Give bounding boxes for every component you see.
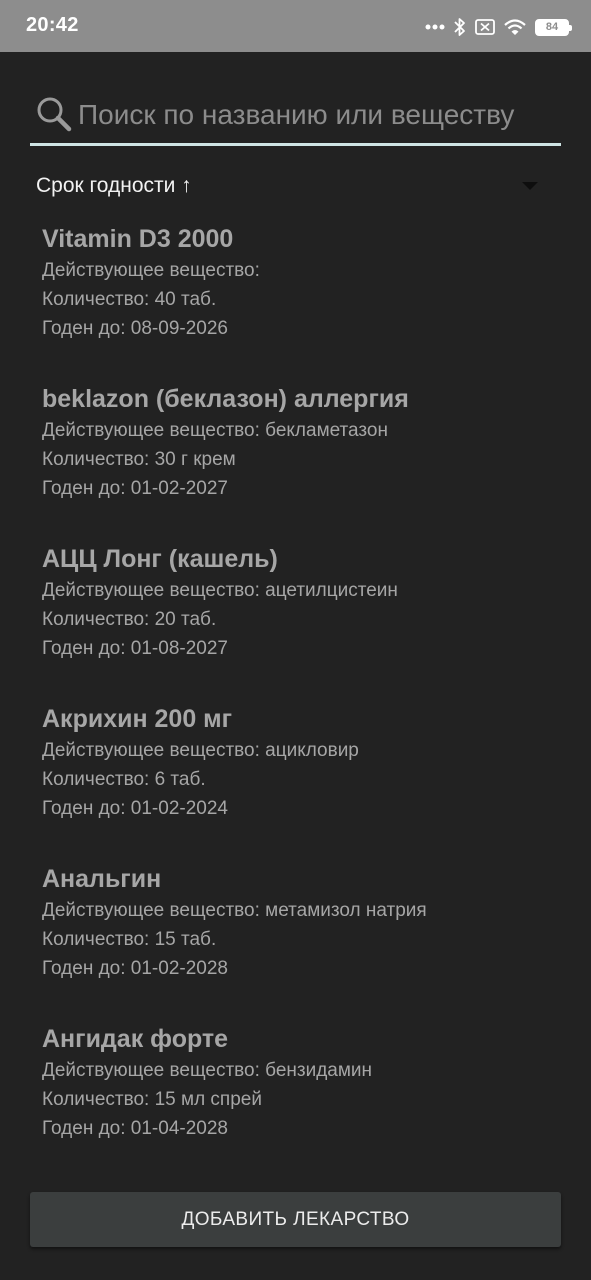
- battery-level: 84: [537, 20, 567, 34]
- sort-label: Срок годности ↑: [36, 174, 192, 197]
- sort-dropdown[interactable]: Срок годности ↑: [36, 170, 546, 206]
- medicine-expiry: Годен до: 01-02-2028: [42, 958, 228, 979]
- wifi-icon: [504, 18, 526, 36]
- medicine-quantity: Количество: 20 таб.: [42, 609, 217, 630]
- list-item[interactable]: АЦЦ Лонг (кашель) Действующее вещество: …: [42, 542, 562, 702]
- more-dots-icon: [425, 24, 445, 30]
- battery-icon: 84: [535, 18, 572, 36]
- search-icon: [36, 96, 72, 132]
- search-input[interactable]: [78, 90, 558, 140]
- sim-off-icon: [475, 19, 495, 35]
- medicine-name: АЦЦ Лонг (кашель): [42, 545, 278, 573]
- medicine-substance: Действующее вещество: ацетилцистеин: [42, 580, 398, 601]
- list-item[interactable]: Анальгин Действующее вещество: метамизол…: [42, 862, 562, 1022]
- list-item[interactable]: beklazon (беклазон) аллергия Действующее…: [42, 382, 562, 542]
- medicine-substance: Действующее вещество: бекламетазон: [42, 420, 388, 441]
- medicine-expiry: Годен до: 01-08-2027: [42, 638, 228, 659]
- medicine-quantity: Количество: 15 мл спрей: [42, 1089, 262, 1110]
- medicine-name: Акрихин 200 мг: [42, 705, 233, 733]
- medicine-quantity: Количество: 15 таб.: [42, 929, 217, 950]
- medicine-name: Ангидак форте: [42, 1025, 229, 1053]
- list-item[interactable]: Vitamin D3 2000 Действующее вещество: Ко…: [42, 222, 562, 382]
- medicine-substance: Действующее вещество: ацикловир: [42, 740, 359, 761]
- medicine-substance: Действующее вещество:: [42, 260, 260, 281]
- status-time: 20:42: [26, 14, 79, 36]
- medicine-list: Vitamin D3 2000 Действующее вещество: Ко…: [42, 222, 562, 1182]
- medicine-expiry: Годен до: 01-02-2024: [42, 798, 228, 819]
- medicine-expiry: Годен до: 01-04-2028: [42, 1118, 228, 1139]
- status-icons: 84: [425, 14, 572, 40]
- status-bar: 20:42 84: [0, 0, 591, 52]
- medicine-substance: Действующее вещество: метамизол натрия: [42, 900, 427, 921]
- dropdown-arrow-icon: [522, 182, 538, 190]
- medicine-quantity: Количество: 6 таб.: [42, 769, 206, 790]
- medicine-expiry: Годен до: 01-02-2027: [42, 478, 228, 499]
- search-bar[interactable]: [30, 90, 561, 146]
- list-item[interactable]: Акрихин 200 мг Действующее вещество: аци…: [42, 702, 562, 862]
- medicine-quantity: Количество: 30 г крем: [42, 449, 236, 470]
- add-medicine-button[interactable]: ДОБАВИТЬ ЛЕКАРСТВО: [30, 1192, 561, 1247]
- medicine-name: beklazon (беклазон) аллергия: [42, 385, 409, 413]
- medicine-name: Анальгин: [42, 865, 162, 893]
- medicine-substance: Действующее вещество: бензидамин: [42, 1060, 373, 1081]
- list-item[interactable]: Ангидак форте Действующее вещество: бенз…: [42, 1022, 562, 1182]
- medicine-expiry: Годен до: 08-09-2026: [42, 318, 228, 339]
- medicine-quantity: Количество: 40 таб.: [42, 289, 217, 310]
- bluetooth-icon: [454, 17, 466, 37]
- medicine-name: Vitamin D3 2000: [42, 225, 234, 253]
